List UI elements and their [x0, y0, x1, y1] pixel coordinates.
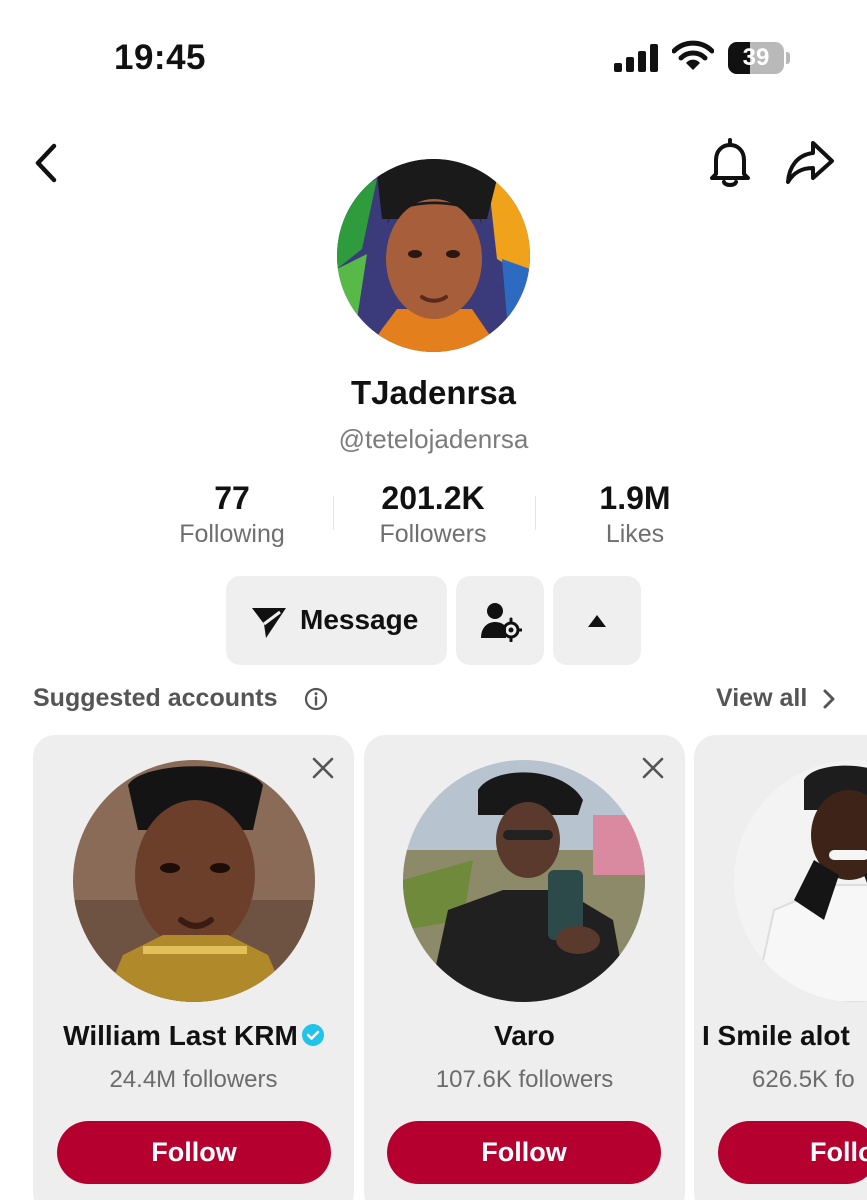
profile-username: @tetelojadenrsa	[338, 424, 529, 454]
suggested-account-avatar[interactable]	[734, 760, 867, 1002]
view-all-link[interactable]: View all	[716, 684, 807, 713]
status-time: 19:45	[114, 38, 207, 77]
battery-indicator: 39	[728, 42, 790, 74]
wifi-icon	[672, 40, 714, 70]
stat-followers-value: 201.2K	[381, 480, 485, 516]
follow-button[interactable]: Follow	[387, 1121, 661, 1184]
close-icon[interactable]	[312, 757, 334, 779]
info-icon[interactable]	[304, 687, 328, 711]
stat-followers-label: Followers	[379, 520, 487, 548]
close-icon[interactable]	[642, 757, 664, 779]
stat-likes[interactable]: 1.9M Likes	[535, 478, 735, 549]
verified-badge-icon	[301, 1023, 324, 1046]
back-chevron-icon[interactable]	[28, 140, 64, 186]
message-button[interactable]: Message	[226, 576, 447, 665]
share-icon[interactable]	[784, 138, 836, 188]
suggested-account-name: I Smile alot	[702, 1020, 850, 1051]
suggested-account-avatar[interactable]	[73, 760, 315, 1002]
stat-following-value: 77	[214, 480, 250, 516]
battery-percentage: 39	[742, 44, 770, 71]
suggested-account-followers: 24.4M followers	[109, 1066, 278, 1093]
message-button-label: Message	[300, 604, 419, 635]
stat-following[interactable]: 77 Following	[132, 478, 332, 549]
suggested-account-name: William Last KRM	[33, 1020, 354, 1052]
follow-button[interactable]: Follow	[57, 1121, 331, 1184]
more-toggle-button[interactable]	[553, 576, 641, 665]
suggested-account-card[interactable]: William Last KRM 24.4M followers Follow	[33, 735, 354, 1200]
suggested-account-card[interactable]: I Smile alot 626.5K fo Follo	[694, 735, 867, 1200]
suggested-accounts-title: Suggested accounts	[33, 684, 278, 712]
bell-icon[interactable]	[706, 136, 754, 190]
caret-up-icon	[588, 615, 606, 627]
stat-likes-value: 1.9M	[599, 480, 671, 516]
add-friend-button[interactable]	[456, 576, 544, 665]
stat-likes-label: Likes	[605, 520, 665, 548]
suggested-account-card[interactable]: Varo 107.6K followers Follow	[364, 735, 685, 1200]
add-friend-icon	[481, 603, 522, 642]
suggested-account-followers: 107.6K followers	[435, 1066, 614, 1093]
suggested-account-name: Varo	[494, 1020, 555, 1051]
stat-followers[interactable]: 201.2K Followers	[333, 478, 533, 549]
profile-display-name: TJadenrsa	[350, 374, 517, 411]
suggested-account-followers: 626.5K fo	[752, 1066, 855, 1093]
follow-button[interactable]: Follo	[718, 1121, 867, 1184]
chevron-right-icon[interactable]	[822, 689, 836, 709]
cellular-signal-icon	[614, 44, 658, 72]
suggested-account-avatar[interactable]	[403, 760, 645, 1002]
profile-avatar[interactable]	[337, 159, 530, 352]
send-icon	[252, 608, 286, 638]
stat-following-label: Following	[179, 520, 285, 548]
